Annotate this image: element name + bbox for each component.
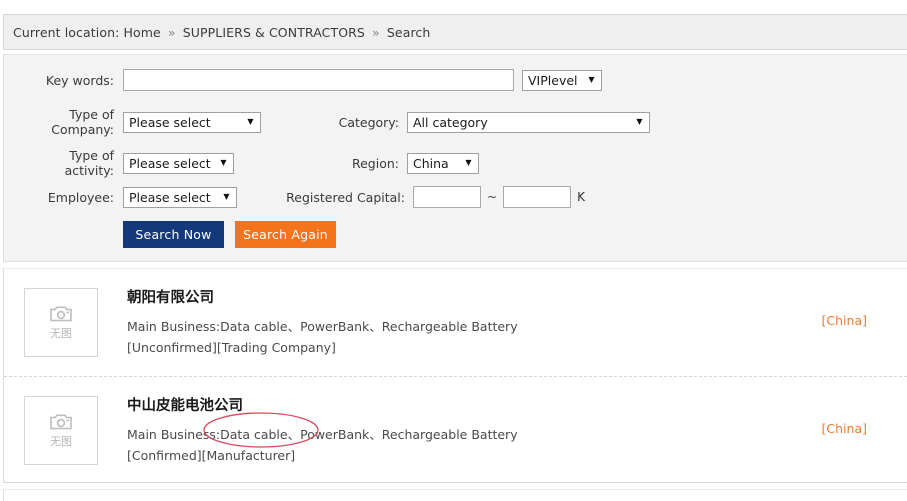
breadcrumb: Current location: Home » SUPPLIERS & CON…	[13, 25, 430, 40]
type-of-company-label-line1: Type of	[69, 107, 114, 122]
result-item[interactable]: 无图 朝阳有限公司 Main Business:Data cable、Power…	[4, 269, 907, 376]
type-of-activity-select[interactable]: Please select ▼	[123, 152, 234, 174]
breadcrumb-item-search[interactable]: Search	[387, 25, 431, 40]
search-results-panel: 无图 朝阳有限公司 Main Business:Data cable、Power…	[3, 268, 907, 483]
chevron-down-icon: ▼	[223, 192, 230, 201]
viplevel-select[interactable]: VIPlevel ▼	[522, 69, 602, 91]
search-now-button[interactable]: Search Now	[123, 221, 224, 248]
result-details: 中山皮能电池公司 Main Business:Data cable、PowerB…	[127, 396, 518, 466]
region-label: Region:	[351, 155, 399, 171]
breadcrumb-item-suppliers-contractors[interactable]: SUPPLIERS & CONTRACTORS	[183, 25, 365, 40]
result-details: 朝阳有限公司 Main Business:Data cable、PowerBan…	[127, 288, 518, 358]
category-select-value: All category	[413, 114, 488, 130]
employee-select-value: Please select	[129, 189, 211, 205]
type-of-activity-select-value: Please select	[129, 155, 211, 171]
type-of-company-row: Type of Company: Please select ▼ Categor…	[4, 107, 674, 137]
registered-capital-max-input[interactable]	[503, 186, 572, 208]
page-bottom-strip	[3, 489, 907, 501]
type-of-activity-label-line2: activity:	[64, 163, 114, 178]
result-thumbnail-placeholder: 无图	[24, 288, 98, 357]
chevron-down-icon: ▼	[220, 158, 227, 167]
camera-icon	[50, 305, 72, 325]
chevron-down-icon: ▼	[465, 158, 472, 167]
chevron-down-icon: ▼	[636, 117, 643, 126]
registered-capital-label: Registered Capital:	[286, 189, 405, 205]
result-company-name[interactable]: 朝阳有限公司	[127, 290, 518, 307]
type-of-company-select-value: Please select	[129, 114, 211, 130]
result-thumbnail-placeholder: 无图	[24, 396, 98, 465]
chevron-down-icon: ▼	[588, 75, 595, 84]
type-of-activity-label-line1: Type of	[69, 148, 114, 163]
result-main-business: Main Business:Data cable、PowerBank、Recha…	[127, 427, 518, 442]
search-input[interactable]	[123, 69, 514, 91]
keywords-label: Key words:	[45, 72, 114, 88]
type-of-company-label: Type of Company:	[4, 107, 114, 137]
result-company-name[interactable]: 中山皮能电池公司	[127, 398, 518, 415]
breadcrumb-separator-2: »	[372, 24, 380, 40]
result-item[interactable]: 无图 中山皮能电池公司 Main Business:Data cable、Pow…	[4, 376, 907, 483]
range-separator: ~	[487, 190, 498, 204]
keywords-row: Key words: VIPlevel ▼	[4, 69, 664, 91]
result-tags: [Confirmed][Manufacturer]	[127, 448, 296, 463]
camera-icon	[50, 413, 72, 433]
registered-capital-min-input[interactable]	[413, 186, 481, 208]
region-select[interactable]: China ▼	[407, 152, 479, 174]
search-buttons-row: Search Now Search Again	[123, 221, 336, 248]
result-main-business: Main Business:Data cable、PowerBank、Recha…	[127, 319, 518, 334]
result-tags: [Unconfirmed][Trading Company]	[127, 340, 336, 355]
chevron-down-icon: ▼	[247, 117, 254, 126]
category-select[interactable]: All category ▼	[407, 111, 650, 133]
breadcrumb-item-home[interactable]: Home	[124, 25, 161, 40]
type-of-activity-label: Type of activity:	[4, 148, 114, 178]
category-label: Category:	[338, 114, 399, 130]
viplevel-select-value: VIPlevel	[528, 72, 578, 88]
breadcrumb-bar: Current location: Home » SUPPLIERS & CON…	[3, 14, 907, 50]
employee-select[interactable]: Please select ▼	[123, 186, 237, 208]
page-root: Current location: Home » SUPPLIERS & CON…	[0, 0, 907, 501]
registered-capital-unit: K	[577, 190, 585, 204]
region-select-value: China	[413, 155, 449, 171]
result-location-badge: [China]	[821, 313, 867, 328]
search-form-panel: Key words: VIPlevel ▼ Type of Company: P…	[3, 54, 907, 262]
type-of-company-select[interactable]: Please select ▼	[123, 111, 261, 133]
employee-label: Employee:	[47, 189, 114, 205]
type-of-company-label-line2: Company:	[51, 122, 114, 137]
employee-row: Employee: Please select ▼ Registered Cap…	[4, 186, 704, 208]
type-of-activity-row: Type of activity: Please select ▼ Region…	[4, 148, 674, 178]
breadcrumb-separator-1: »	[167, 24, 176, 40]
result-location-badge: [China]	[821, 421, 867, 436]
search-again-button[interactable]: Search Again	[235, 221, 336, 248]
breadcrumb-prefix: Current location:	[13, 24, 120, 40]
result-thumbnail-caption: 无图	[50, 435, 72, 448]
result-thumbnail-caption: 无图	[50, 327, 72, 340]
